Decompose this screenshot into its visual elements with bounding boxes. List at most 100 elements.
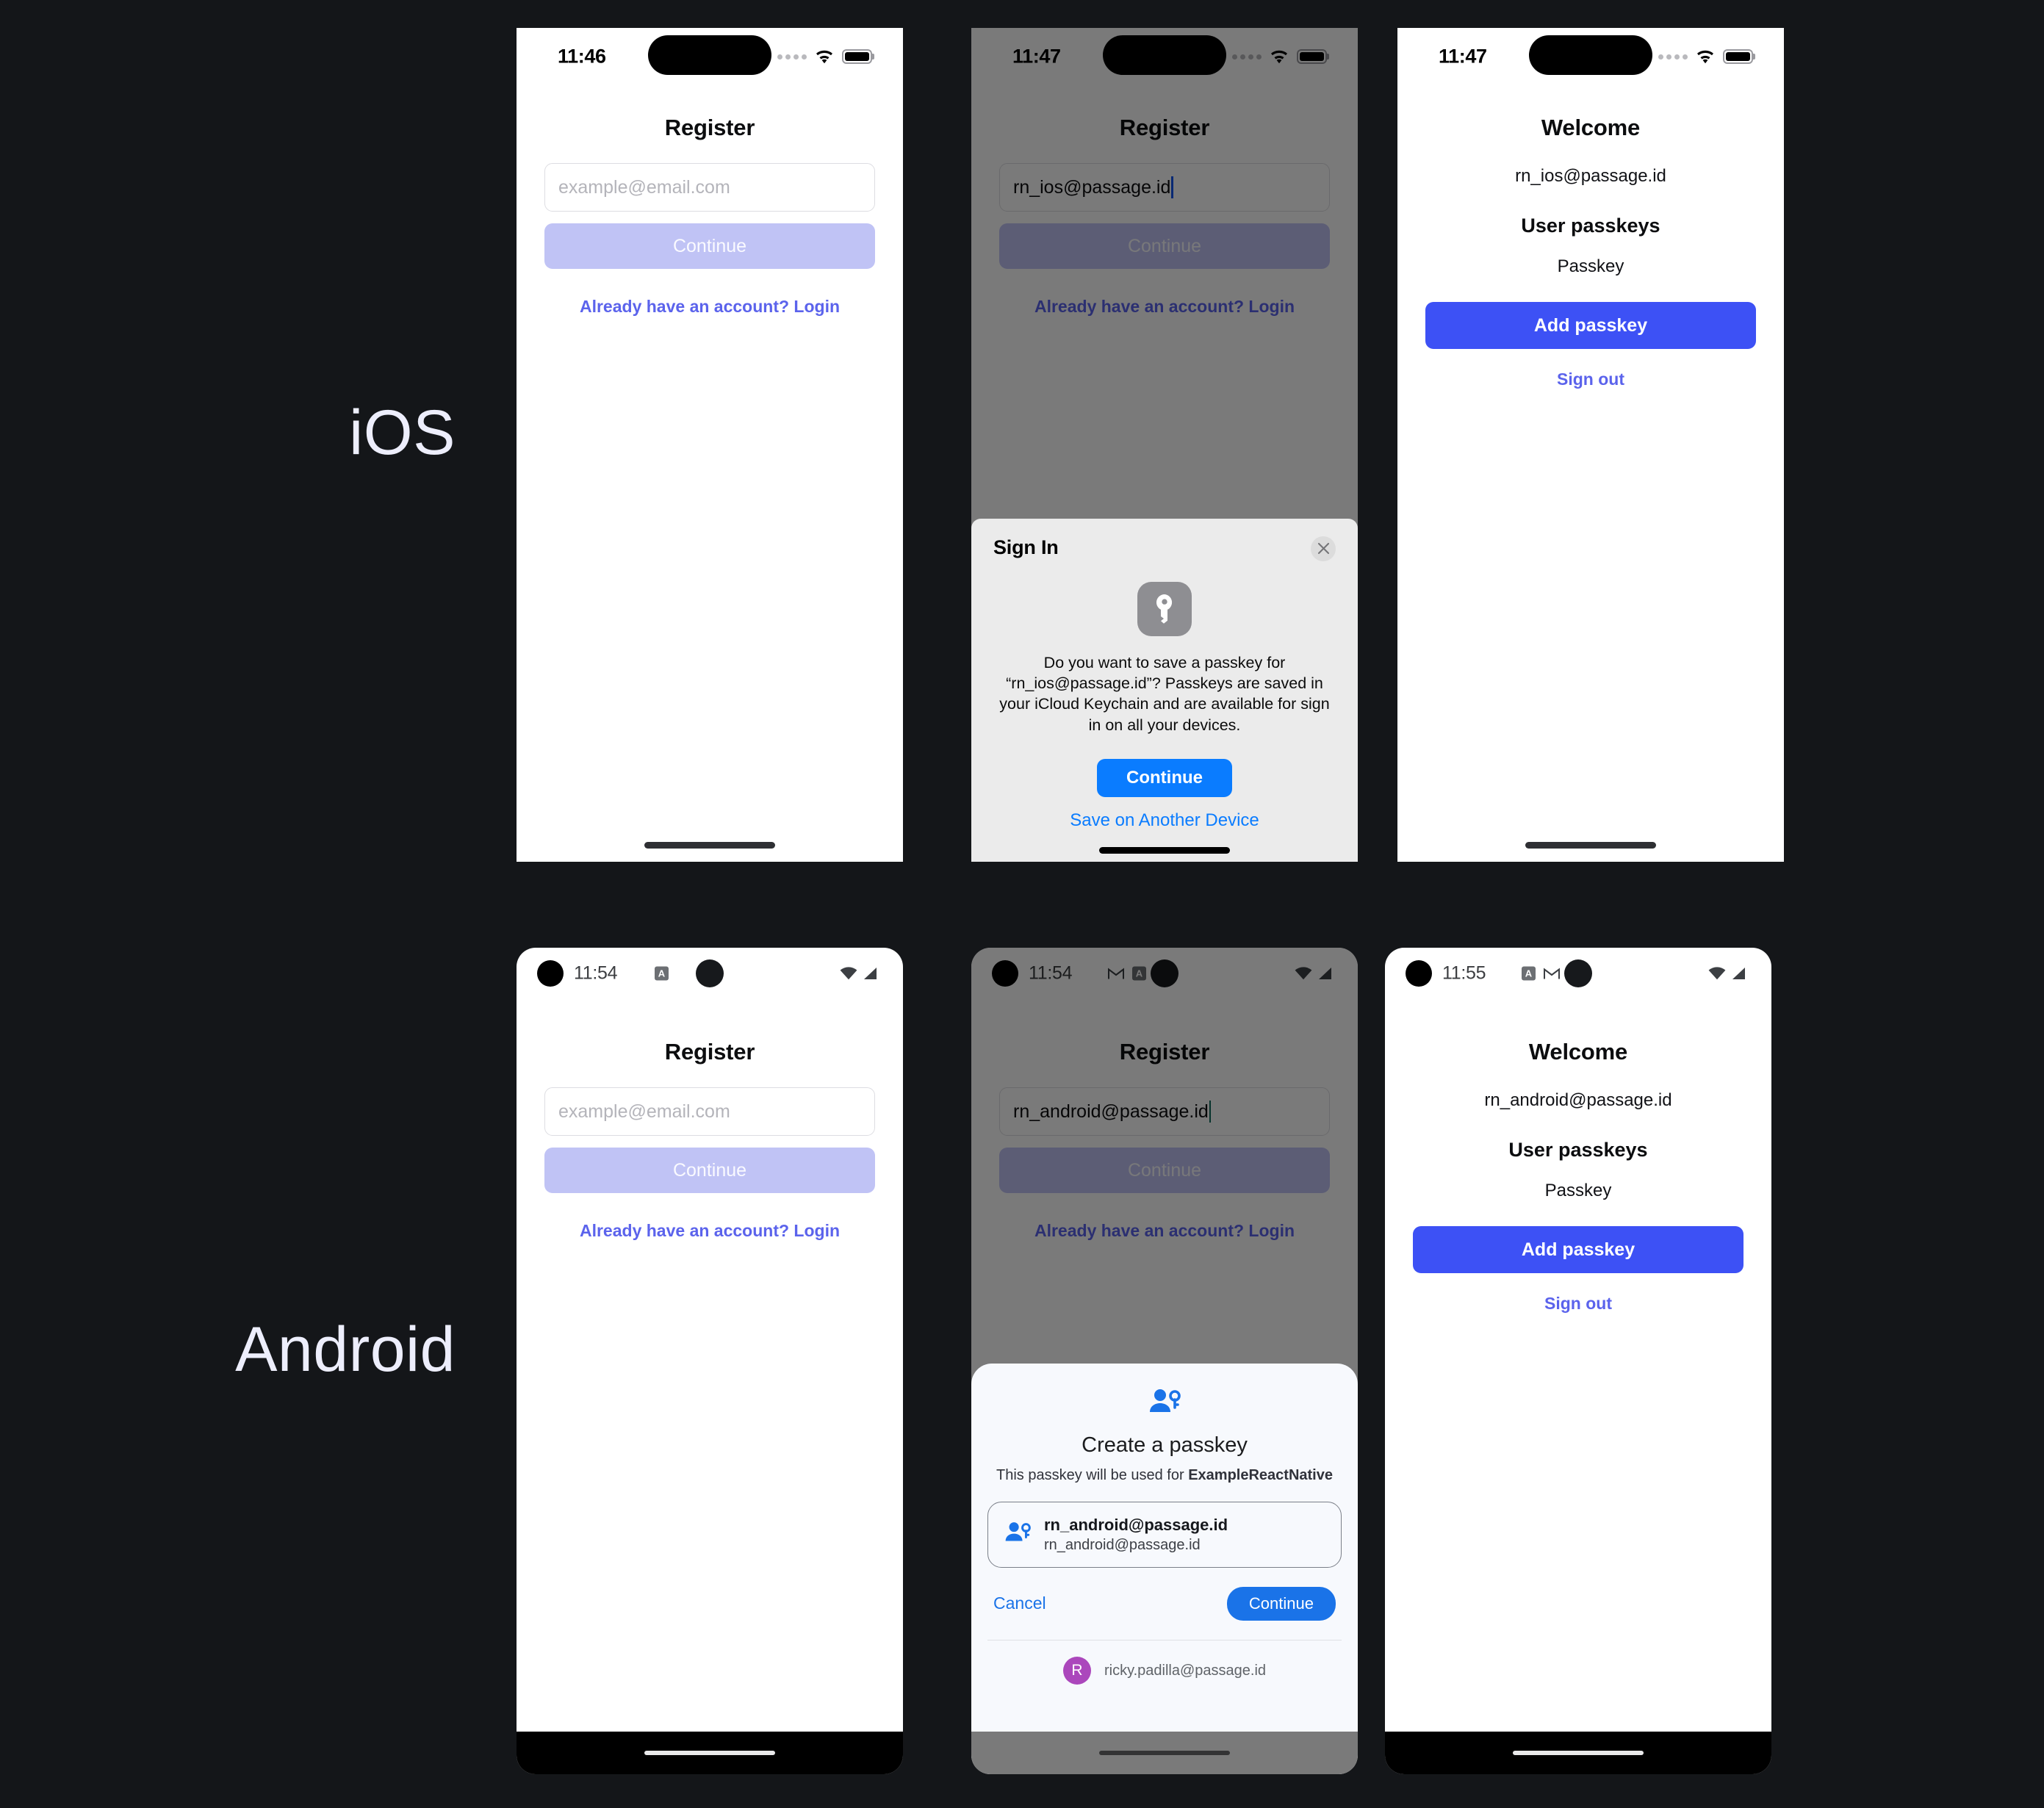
platform-label-android: Android	[235, 1314, 456, 1385]
sheet-actions: Cancel Continue	[987, 1586, 1342, 1621]
section-title: User passkeys	[1508, 1139, 1648, 1161]
wifi-icon	[815, 50, 834, 64]
sheet-header: Sign In	[993, 536, 1336, 561]
battery-icon	[842, 49, 872, 64]
add-passkey-button[interactable]: Add passkey	[1413, 1226, 1743, 1273]
section-title: User passkeys	[1521, 215, 1660, 237]
avatar: R	[1062, 1657, 1091, 1685]
sheet-title: Create a passkey	[1082, 1433, 1248, 1457]
cellular-dots-icon	[777, 54, 807, 60]
gesture-pill[interactable]	[1513, 1751, 1644, 1755]
save-on-another-device-link[interactable]: Save on Another Device	[993, 810, 1336, 831]
status-time: 11:55	[1442, 962, 1486, 984]
signed-in-email: ricky.padilla@passage.id	[1104, 1662, 1267, 1679]
ios-signin-sheet: Sign In Do you want to save a passkey fo…	[971, 518, 1358, 862]
passkey-key-icon	[1137, 581, 1192, 636]
android-register-body: Register example@email.com Continue Alre…	[517, 999, 903, 1732]
platform-label-ios: iOS	[349, 397, 456, 468]
wifi-icon	[1696, 50, 1715, 64]
ios-phone-register-empty: 11:46 Register example@email.com Continu…	[517, 28, 903, 862]
passkey-account-card[interactable]: rn_android@passage.id rn_android@passage…	[987, 1501, 1342, 1568]
passkey-list-item: Passkey	[1557, 256, 1624, 276]
gmail-icon	[1544, 968, 1560, 980]
android-status-bar: 11:54 A	[517, 948, 903, 999]
page-title: Welcome	[1528, 1039, 1628, 1065]
divider	[987, 1639, 1342, 1640]
status-notification-tray: A	[655, 966, 669, 981]
app-badge-icon: A	[1522, 966, 1536, 981]
ios-screen-register-empty: 11:46 Register example@email.com Continu…	[517, 28, 903, 862]
ios-status-bar: 11:47	[1397, 28, 1784, 85]
close-icon[interactable]	[1311, 536, 1336, 561]
android-welcome-body: Welcome rn_android@passage.id User passk…	[1385, 999, 1771, 1732]
camera-punch-hole	[537, 960, 564, 987]
center-notch	[1564, 959, 1592, 987]
android-navigation-bar	[517, 1732, 903, 1774]
user-email: rn_android@passage.id	[1484, 1090, 1672, 1110]
login-link[interactable]: Already have an account? Login	[544, 1221, 875, 1241]
android-phone-register-filled: 11:54 A Register rn	[971, 948, 1358, 1774]
status-indicators	[777, 49, 872, 64]
cancel-button[interactable]: Cancel	[993, 1593, 1046, 1613]
status-indicators	[1708, 967, 1746, 980]
sign-out-link[interactable]: Sign out	[1425, 370, 1756, 389]
login-link[interactable]: Already have an account? Login	[544, 297, 875, 317]
screenshot-canvas: iOS Android 11:46 Register example@email…	[0, 0, 2044, 1808]
gesture-pill[interactable]	[644, 1751, 775, 1755]
dynamic-island	[648, 35, 771, 75]
app-badge-icon: A	[655, 966, 669, 981]
android-screen-register-empty: 11:54 A Register example@email.com Conti…	[517, 948, 903, 1774]
status-indicators	[840, 967, 878, 980]
center-notch	[696, 959, 724, 987]
status-time: 11:46	[558, 45, 606, 68]
continue-button[interactable]: Continue	[544, 223, 875, 269]
continue-button[interactable]: Continue	[544, 1148, 875, 1193]
passkey-list-item: Passkey	[1544, 1181, 1612, 1200]
sheet-subtitle: This passkey will be used for ExampleRea…	[987, 1467, 1342, 1484]
status-indicators	[1658, 49, 1753, 64]
status-time: 11:47	[1439, 45, 1487, 68]
ios-phone-welcome: 11:47 Welcome rn_ios@passage.id User pas…	[1397, 28, 1784, 862]
account-subtitle: rn_android@passage.id	[1044, 1536, 1201, 1553]
person-key-icon	[1148, 1389, 1181, 1419]
sheet-continue-button[interactable]: Continue	[1097, 759, 1232, 797]
android-create-passkey-sheet: Create a passkey This passkey will be us…	[971, 1363, 1358, 1732]
email-input[interactable]: example@email.com	[544, 163, 875, 212]
signal-icon	[862, 967, 878, 980]
ios-phone-register-filled: 11:47 Register rn_ios@passage.id Continu…	[971, 28, 1358, 862]
status-notification-tray: A	[1522, 966, 1560, 981]
sheet-title: Sign In	[993, 536, 1059, 558]
android-phone-register-empty: 11:54 A Register example@email.com Conti…	[517, 948, 903, 1774]
home-indicator[interactable]	[644, 842, 775, 849]
page-title: Register	[664, 1039, 755, 1065]
add-passkey-button[interactable]: Add passkey	[1425, 302, 1756, 349]
continue-button[interactable]: Continue	[1226, 1586, 1336, 1621]
page-title: Register	[664, 115, 755, 140]
ios-status-bar: 11:46	[517, 28, 903, 85]
email-input[interactable]: example@email.com	[544, 1087, 875, 1136]
android-status-bar: 11:55 A	[1385, 948, 1771, 999]
signed-in-account-row[interactable]: R ricky.padilla@passage.id	[987, 1657, 1342, 1732]
android-phone-welcome: 11:55 A Welcome rn_android@passage.id Us…	[1385, 948, 1771, 1774]
sheet-subtitle-app: ExampleReactNative	[1188, 1466, 1333, 1483]
dynamic-island	[1529, 35, 1652, 75]
cellular-dots-icon	[1658, 54, 1688, 60]
ios-welcome-body: Welcome rn_ios@passage.id User passkeys …	[1397, 85, 1784, 862]
account-name: rn_android@passage.id	[1044, 1515, 1228, 1534]
person-key-icon	[1004, 1521, 1031, 1547]
sheet-message: Do you want to save a passkey for “rn_io…	[999, 653, 1330, 734]
sign-out-link[interactable]: Sign out	[1413, 1294, 1743, 1314]
android-screen-welcome: 11:55 A Welcome rn_android@passage.id Us…	[1385, 948, 1771, 1774]
home-indicator[interactable]	[1525, 842, 1656, 849]
wifi-icon	[840, 967, 857, 980]
sheet-subtitle-prefix: This passkey will be used for	[996, 1466, 1189, 1483]
ios-screen-welcome: 11:47 Welcome rn_ios@passage.id User pas…	[1397, 28, 1784, 862]
android-navigation-bar	[1385, 1732, 1771, 1774]
account-labels: rn_android@passage.id rn_android@passage…	[1044, 1516, 1228, 1554]
home-indicator[interactable]	[1099, 847, 1230, 854]
signal-icon	[1730, 967, 1746, 980]
battery-icon	[1723, 49, 1753, 64]
camera-punch-hole	[1406, 960, 1432, 987]
ios-register-body: Register example@email.com Continue Alre…	[517, 85, 903, 862]
wifi-icon	[1708, 967, 1726, 980]
